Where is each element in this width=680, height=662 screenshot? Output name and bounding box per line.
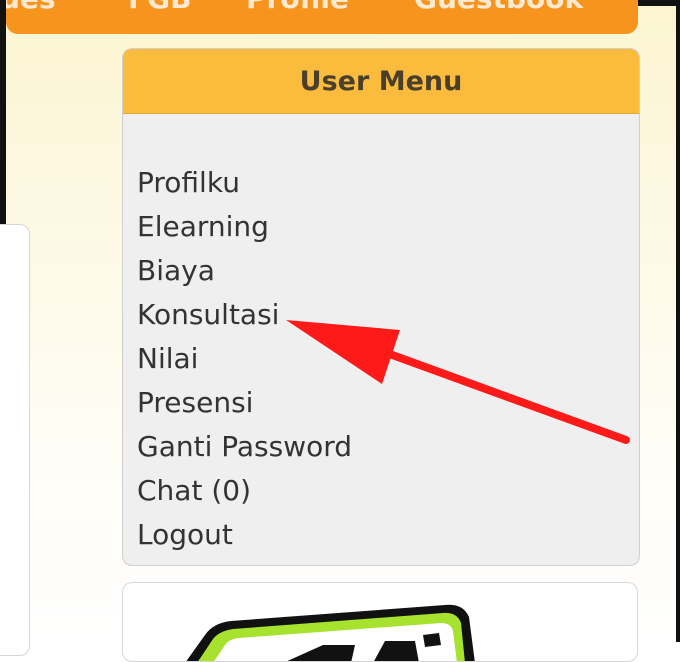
nav-item[interactable]: FGB — [128, 0, 191, 15]
menu-item-logout[interactable]: Logout — [137, 513, 352, 557]
menu-item-nilai[interactable]: Nilai — [137, 337, 352, 381]
menu-item-presensi[interactable]: Presensi — [137, 381, 352, 425]
menu-item-elearning[interactable]: Elearning — [137, 205, 352, 249]
nav-item[interactable]: Guestbook — [414, 0, 583, 15]
nav-item[interactable]: ues — [6, 0, 56, 15]
user-menu-list: Profilku Elearning Biaya Konsultasi Nila… — [137, 161, 352, 557]
banner-graphic — [186, 604, 475, 661]
left-content-panel — [0, 224, 30, 656]
menu-item-chat[interactable]: Chat (0) — [137, 469, 352, 513]
banner-sign-letter — [423, 633, 441, 647]
menu-item-ganti-password[interactable]: Ganti Password — [137, 425, 352, 469]
user-menu-title: User Menu — [123, 49, 639, 114]
banner-box — [122, 582, 638, 662]
nav-item[interactable]: Profile — [246, 0, 349, 15]
top-navigation: ues FGB Profile Guestbook — [6, 0, 638, 34]
menu-item-biaya[interactable]: Biaya — [137, 249, 352, 293]
menu-item-profilku[interactable]: Profilku — [137, 161, 352, 205]
user-menu-box: User Menu Profilku Elearning Biaya Konsu… — [122, 48, 640, 566]
menu-item-konsultasi[interactable]: Konsultasi — [137, 293, 352, 337]
